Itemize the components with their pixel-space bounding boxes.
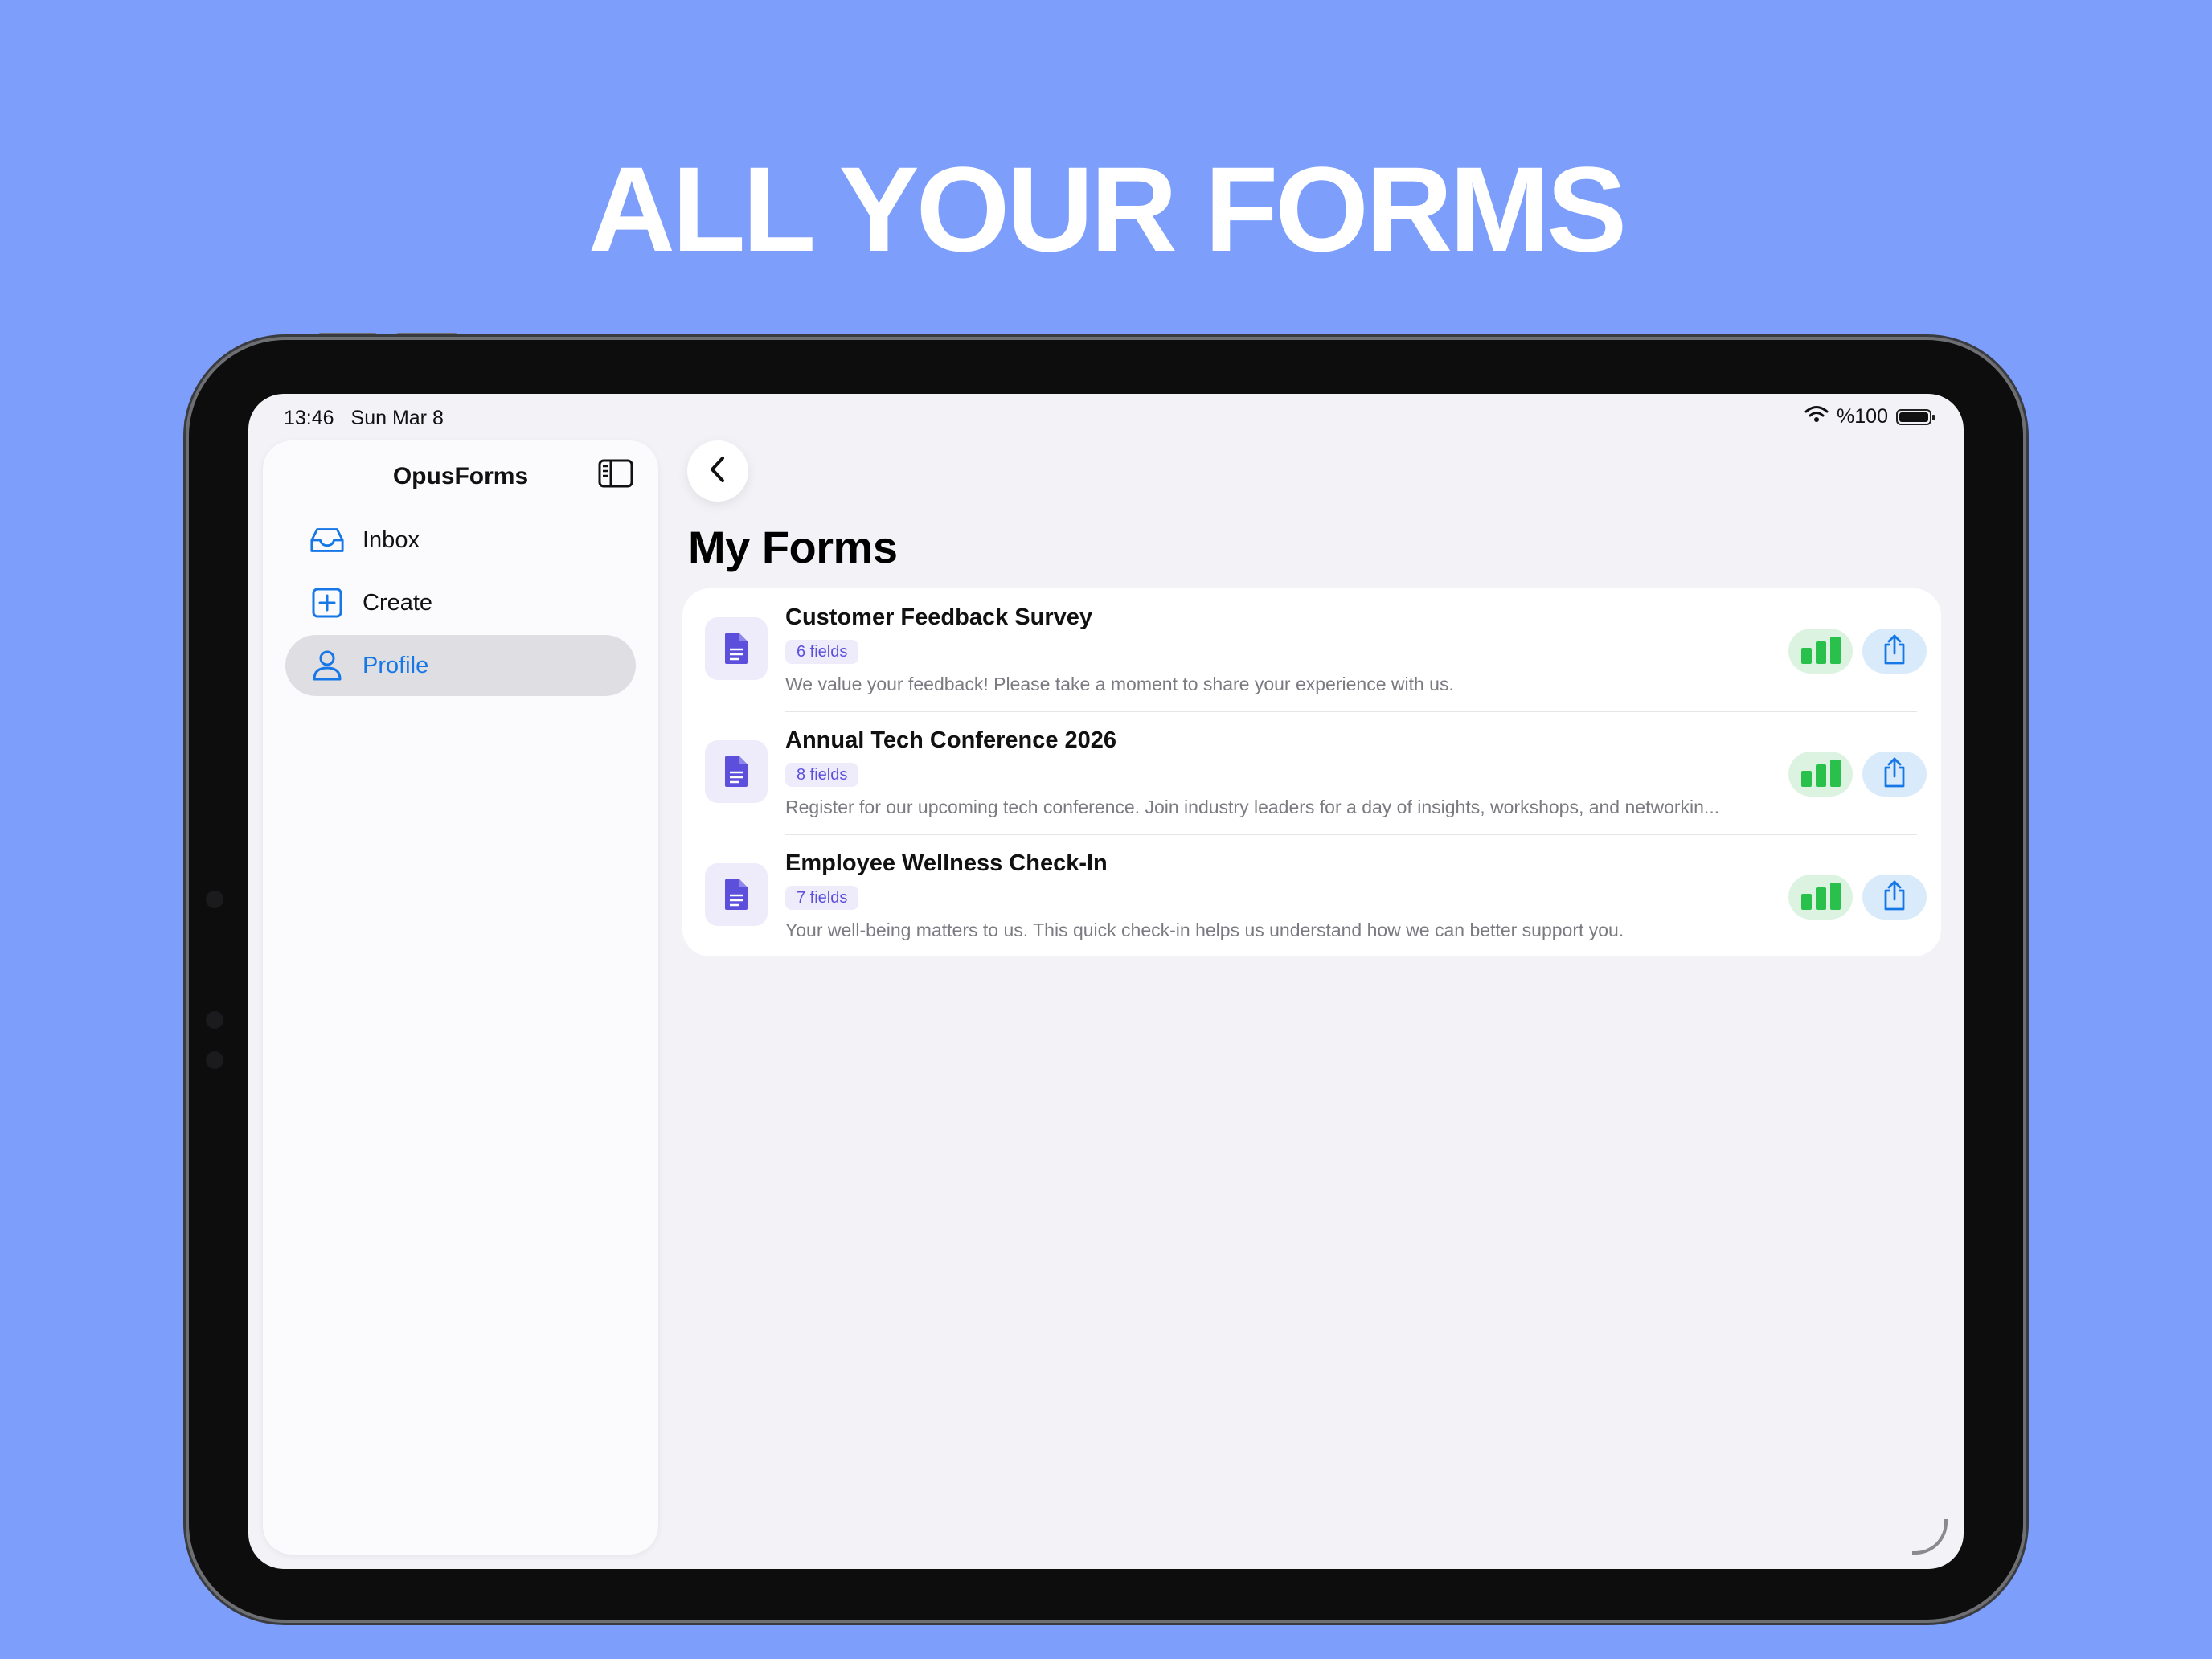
share-button[interactable] (1862, 629, 1927, 674)
status-bar-right: %100 (1804, 405, 1935, 428)
device-camera-dot (206, 1011, 223, 1029)
battery-percent: %100 (1837, 405, 1888, 428)
headline: ALL YOUR FORMS (588, 141, 1628, 276)
status-time: 13:46 (284, 407, 334, 429)
chart-bar-icon (1800, 637, 1841, 664)
fields-badge: 8 fields (785, 763, 859, 787)
forms-list: Customer Feedback Survey 6 fields We val… (682, 588, 1941, 956)
document-icon (705, 740, 768, 803)
chevron-left-icon (708, 456, 727, 487)
form-description: We value your feedback! Please take a mo… (785, 674, 1454, 694)
stats-button[interactable] (1788, 629, 1853, 674)
device-camera-dot (206, 891, 223, 908)
plus-square-icon (309, 587, 345, 619)
sidebar-toggle-icon (598, 459, 633, 492)
stats-button[interactable] (1788, 875, 1853, 920)
sidebar-item-profile[interactable]: Profile (285, 635, 636, 696)
fields-badge: 6 fields (785, 640, 859, 664)
sidebar: OpusForms Inbox Create Profile (263, 440, 658, 1555)
battery-icon (1896, 408, 1935, 425)
page-title: My Forms (688, 522, 898, 572)
share-icon (1882, 879, 1907, 916)
person-icon (309, 649, 345, 682)
wifi-icon (1804, 405, 1829, 428)
form-description: Register for our upcoming tech conferenc… (785, 797, 1720, 817)
fields-badge: 7 fields (785, 886, 859, 910)
tray-icon (309, 524, 345, 556)
chart-bar-icon (1800, 760, 1841, 787)
status-bar-left: 13:46 Sun Mar 8 (284, 407, 455, 430)
share-button[interactable] (1862, 752, 1927, 797)
device-top-button (395, 333, 458, 339)
device-top-button (317, 333, 378, 339)
app-screen: 13:46 Sun Mar 8 %100 OpusForms Inbox Cre… (248, 394, 1964, 1569)
form-name: Annual Tech Conference 2026 (785, 727, 1117, 753)
form-row[interactable]: Customer Feedback Survey 6 fields We val… (682, 588, 1941, 711)
resize-corner-indicator (1912, 1519, 1948, 1555)
sidebar-item-label: Profile (363, 652, 429, 678)
form-description: Your well-being matters to us. This quic… (785, 920, 1624, 940)
sidebar-item-label: Create (363, 589, 433, 616)
device-camera-dot (206, 1051, 223, 1069)
form-name: Customer Feedback Survey (785, 604, 1092, 630)
chart-bar-icon (1800, 883, 1841, 910)
document-icon (705, 863, 768, 926)
status-date: Sun Mar 8 (350, 407, 444, 429)
document-icon (705, 617, 768, 680)
form-name: Employee Wellness Check-In (785, 850, 1108, 876)
share-icon (1882, 756, 1907, 793)
sidebar-nav: Inbox Create Profile (263, 510, 658, 698)
sidebar-item-inbox[interactable]: Inbox (285, 510, 636, 571)
form-row[interactable]: Employee Wellness Check-In 7 fields Your… (682, 834, 1941, 956)
sidebar-item-label: Inbox (363, 526, 420, 553)
share-icon (1882, 633, 1907, 670)
sidebar-item-create[interactable]: Create (285, 572, 636, 633)
sidebar-toggle-button[interactable] (597, 457, 634, 494)
form-row[interactable]: Annual Tech Conference 2026 8 fields Reg… (682, 711, 1941, 834)
stats-button[interactable] (1788, 752, 1853, 797)
share-button[interactable] (1862, 875, 1927, 920)
back-button[interactable] (687, 440, 748, 502)
